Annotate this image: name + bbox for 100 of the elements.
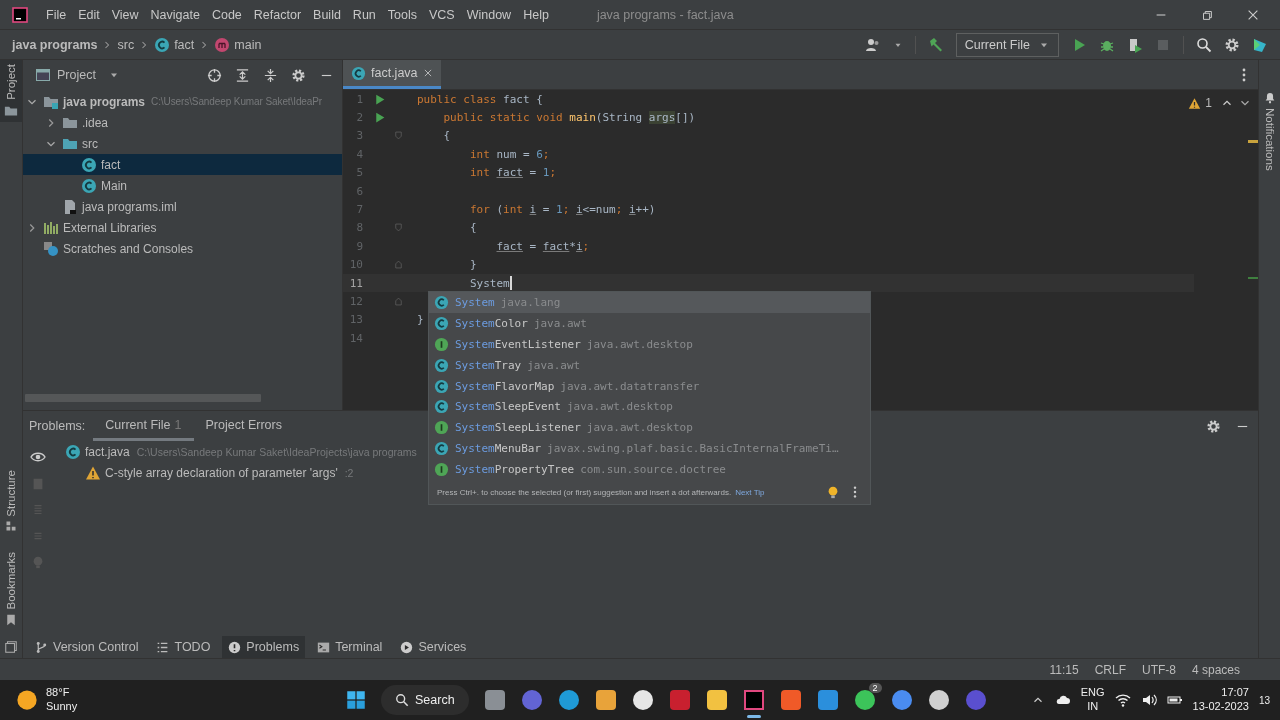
tool-window-button[interactable]: Terminal: [311, 636, 389, 658]
completion-item[interactable]: SystemTray java.awt: [429, 354, 870, 376]
tool-window-button[interactable]: TODO: [150, 636, 217, 658]
tree-item[interactable]: fact.java C:\Users\Sandeep Kumar Saket\IdeaProjects\java programs: [53, 441, 417, 462]
app-icon[interactable]: [705, 689, 728, 711]
problems-tab[interactable]: Current File 1: [93, 411, 194, 441]
tool-window-button[interactable]: Problems: [222, 636, 306, 658]
tree-item[interactable]: Scratches and Consoles: [23, 238, 342, 259]
editor-tab[interactable]: fact.java: [343, 60, 441, 89]
warning-count[interactable]: 1: [1205, 96, 1212, 110]
bulb-icon: [31, 555, 45, 569]
logo-icon[interactable]: [1252, 36, 1268, 53]
breadcrumb[interactable]: main: [214, 36, 262, 53]
menu-item[interactable]: Edit: [72, 5, 106, 24]
menu-item[interactable]: Window: [460, 5, 518, 24]
code-line: {: [469, 221, 477, 235]
menu-item[interactable]: Help: [517, 5, 555, 24]
settings-icon[interactable]: [1206, 418, 1221, 434]
locate-icon[interactable]: [207, 67, 222, 83]
settings-icon[interactable]: [1224, 36, 1240, 53]
completion-item[interactable]: SystemFlavorMap java.awt.datatransfer: [429, 375, 870, 397]
bulb-icon[interactable]: [826, 485, 840, 499]
side-tab[interactable]: Structure: [0, 465, 22, 537]
line-number: 10: [348, 258, 364, 272]
line-number: 14: [348, 331, 364, 345]
status-item[interactable]: 4 spaces: [1191, 662, 1240, 677]
users-icon[interactable]: [864, 36, 881, 53]
menu-item[interactable]: Tools: [381, 5, 423, 24]
menu-item[interactable]: Run: [346, 5, 382, 24]
breadcrumb[interactable]: fact: [154, 36, 195, 53]
clock-date[interactable]: 13-02-2023: [1192, 700, 1249, 714]
menu-item[interactable]: Build: [307, 5, 347, 24]
class-icon: [434, 399, 449, 415]
completion-item[interactable]: SystemPropertyTree com.sun.source.doctree: [429, 459, 870, 480]
wifi-icon[interactable]: [1114, 692, 1131, 708]
coverage-icon[interactable]: [1127, 36, 1143, 53]
tree-item[interactable]: External Libraries: [23, 217, 342, 238]
search-icon: [395, 693, 409, 707]
side-tab[interactable]: Notifications: [1262, 60, 1277, 175]
panel-icon[interactable]: [4, 640, 18, 654]
menu-item[interactable]: Code: [205, 5, 248, 24]
tree-item[interactable]: java programs.iml: [23, 196, 342, 217]
breadcrumb[interactable]: src: [117, 37, 135, 52]
completion-item[interactable]: SystemColor java.awt: [429, 312, 870, 334]
collapse-all-icon[interactable]: [263, 67, 278, 83]
app-logo-icon[interactable]: [12, 6, 28, 23]
status-item[interactable]: UTF-8: [1141, 662, 1176, 677]
side-tab[interactable]: Project: [0, 60, 22, 122]
tree-item[interactable]: fact: [23, 154, 342, 175]
app-icon[interactable]: [631, 689, 654, 711]
panel-title[interactable]: Project: [57, 68, 96, 82]
line-number: 2: [355, 111, 364, 125]
menu-item[interactable]: View: [105, 5, 145, 24]
menu-item[interactable]: Navigate: [144, 5, 206, 24]
weather-temperature[interactable]: 88°F: [46, 686, 78, 700]
menu-item[interactable]: VCS: [423, 5, 461, 24]
tree-item[interactable]: Main: [23, 175, 342, 196]
status-item[interactable]: CRLF: [1094, 662, 1126, 677]
tool-window-button[interactable]: Version Control: [29, 636, 145, 658]
run-icon[interactable]: [373, 111, 386, 125]
app-icon[interactable]: [853, 689, 876, 711]
structure-icon: [5, 520, 17, 533]
notification-count[interactable]: 13: [1258, 694, 1270, 706]
tree-item[interactable]: src: [23, 133, 342, 154]
close-icon[interactable]: [422, 68, 433, 78]
hammer-icon[interactable]: [927, 36, 944, 53]
problems-tab[interactable]: Project Errors: [193, 411, 294, 441]
run-icon[interactable]: [373, 92, 386, 106]
completion-item[interactable]: SystemSleepEvent java.awt.desktop: [429, 396, 870, 418]
region-indicator[interactable]: IN: [1087, 700, 1099, 714]
run-configuration-dropdown[interactable]: Current File: [955, 32, 1059, 57]
expand-all-icon[interactable]: [235, 67, 250, 83]
settings-icon[interactable]: [291, 67, 306, 83]
scrollbar-thumb[interactable]: [25, 394, 261, 402]
libraries-icon: [43, 219, 59, 236]
tree-item[interactable]: .idea: [23, 112, 342, 133]
app-icon[interactable]: [594, 689, 617, 711]
speaker-icon[interactable]: [1140, 692, 1157, 708]
search-icon[interactable]: [1196, 36, 1212, 53]
menu-item[interactable]: Refactor: [247, 5, 308, 24]
tree-item[interactable]: java programs C:\Users\Sandeep Kumar Saket\IdeaPr: [23, 91, 342, 112]
weather-condition[interactable]: Sunny: [46, 700, 78, 714]
windows-icon[interactable]: [346, 690, 366, 710]
interface-icon: [434, 462, 449, 478]
completion-item[interactable]: SystemMenuBar javax.swing.plaf.basic.BasicInternalFrameTi…: [429, 438, 870, 460]
completion-item[interactable]: SystemEventListener java.awt.desktop: [429, 333, 870, 355]
status-item[interactable]: 11:15: [1049, 662, 1079, 677]
code-line: int num = 6;: [469, 147, 550, 161]
breadcrumb[interactable]: java programs: [12, 37, 98, 52]
next-tip-link[interactable]: Next Tip: [735, 487, 765, 497]
side-tab[interactable]: Bookmarks: [0, 548, 22, 630]
tool-window-button[interactable]: Services: [394, 636, 473, 658]
clock-time[interactable]: 17:07: [1221, 686, 1249, 700]
branch-icon: [35, 640, 48, 654]
menu-item[interactable]: File: [40, 5, 73, 24]
app-icon[interactable]: [927, 689, 950, 711]
language-indicator[interactable]: ENG: [1080, 686, 1105, 700]
search-button[interactable]: Search: [381, 685, 469, 715]
class-icon: [81, 156, 97, 173]
completion-item[interactable]: SystemSleepListener java.awt.desktop: [429, 417, 870, 439]
